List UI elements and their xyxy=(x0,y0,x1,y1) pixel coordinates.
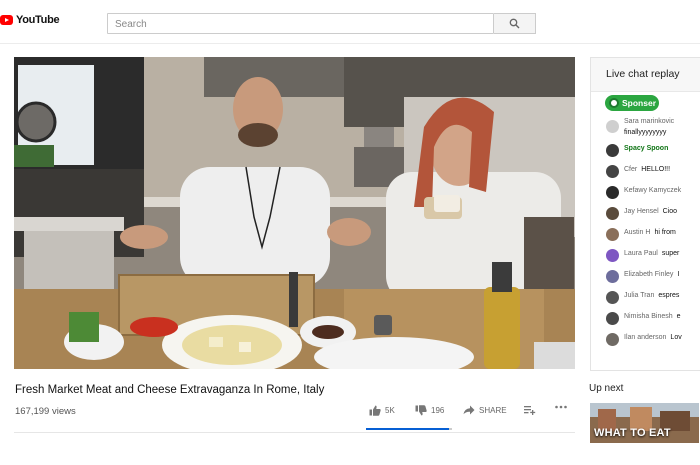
top-bar: YouTube xyxy=(0,0,700,44)
live-chat-panel: Live chat replay Sponser Sara marinkovic… xyxy=(590,57,700,371)
chat-message-line: Ilan anderson Lov xyxy=(624,334,682,341)
chat-message: Ilan anderson Lov xyxy=(591,329,700,350)
more-actions-button[interactable] xyxy=(555,405,567,409)
chat-author[interactable]: Nimisha Binesh xyxy=(624,313,673,320)
chat-message: Austin H hi from xyxy=(591,224,700,245)
sentiment-bar xyxy=(366,428,452,430)
avatar[interactable] xyxy=(606,333,619,346)
save-button[interactable] xyxy=(524,405,536,415)
dislike-count: 196 xyxy=(431,406,445,415)
chat-message-line: Kefawy Kamyczek xyxy=(624,187,685,194)
chat-text: Cioo xyxy=(662,208,678,215)
video-frame xyxy=(14,57,575,369)
chat-message-line: Julia Tran espres xyxy=(624,292,679,299)
chat-author[interactable]: Jay Hensel xyxy=(624,208,659,215)
chat-message: Sara marinkovic finallyyyyyyyy xyxy=(591,116,700,140)
divider xyxy=(14,432,575,433)
thumbs-down-icon xyxy=(415,405,427,416)
avatar[interactable] xyxy=(606,186,619,199)
chat-message: Kefawy Kamyczek xyxy=(591,182,700,203)
chat-author[interactable]: Ilan anderson xyxy=(624,334,666,341)
dislike-button[interactable]: 196 xyxy=(415,405,444,416)
share-label: SHARE xyxy=(479,405,507,415)
avatar[interactable] xyxy=(606,120,619,133)
chat-message: Elizabeth Finley I xyxy=(591,266,700,287)
youtube-play-icon xyxy=(0,15,13,25)
chat-text: e xyxy=(676,313,681,320)
search-box xyxy=(107,13,494,34)
video-title: Fresh Market Meat and Cheese Extravaganz… xyxy=(15,384,325,396)
chat-text: hi from xyxy=(654,229,676,236)
chat-message: Cfer HELLO!!! xyxy=(591,161,700,182)
chat-text: Lov xyxy=(670,334,682,341)
chat-author[interactable]: Elizabeth Finley xyxy=(624,271,673,278)
thumbnail-title: WHAT TO EAT xyxy=(594,427,671,439)
sponsor-button[interactable]: Sponser xyxy=(605,95,659,111)
up-next-label: Up next xyxy=(589,383,624,394)
logo-text: YouTube xyxy=(16,14,60,26)
chat-author[interactable]: Kefawy Kamyczek xyxy=(624,187,681,194)
search-icon xyxy=(509,18,520,29)
chat-author[interactable]: Laura Paul xyxy=(624,250,658,257)
add-to-playlist-icon xyxy=(524,406,536,415)
chat-message-line: Elizabeth Finley I xyxy=(624,271,679,278)
chat-message-line: Nimisha Binesh e xyxy=(624,313,681,320)
chat-message-line: Spacy Spoon xyxy=(624,145,672,152)
chat-message-line: Laura Paul super xyxy=(624,250,679,257)
chat-text: espres xyxy=(658,292,680,299)
chat-author[interactable]: Spacy Spoon xyxy=(624,145,668,152)
avatar[interactable] xyxy=(606,270,619,283)
chat-text: super xyxy=(661,250,680,257)
youtube-watch-page: YouTube Search Fresh Market Meat and Che… xyxy=(0,0,700,465)
youtube-logo[interactable]: YouTube xyxy=(0,14,60,26)
sentiment-bar-fill xyxy=(366,428,449,430)
up-next-thumbnail[interactable]: WHAT TO EAT xyxy=(590,403,699,443)
share-icon xyxy=(463,405,475,415)
view-count: 167,199 views xyxy=(15,406,76,417)
share-button[interactable]: SHARE xyxy=(463,405,507,415)
chat-author[interactable]: Julia Tran xyxy=(624,292,654,299)
chat-message-line: Austin H hi from xyxy=(624,229,676,236)
chat-text: I xyxy=(677,271,680,278)
chat-text: HELLO!!! xyxy=(641,166,671,173)
like-button[interactable]: 5K xyxy=(369,405,395,416)
chat-message-line: Sara marinkovic xyxy=(624,118,678,125)
chat-message: Nimisha Binesh e xyxy=(591,308,700,329)
avatar[interactable] xyxy=(606,228,619,241)
chat-message: Spacy Spoon xyxy=(591,140,700,161)
chat-message: Laura Paul super xyxy=(591,245,700,266)
search-button[interactable] xyxy=(494,13,536,34)
avatar[interactable] xyxy=(606,207,619,220)
chat-message-line: Jay Hensel Cioo xyxy=(624,208,677,215)
sponsor-label: Sponser xyxy=(622,98,657,108)
avatar[interactable] xyxy=(606,249,619,262)
sponsor-badge-icon xyxy=(609,98,619,108)
avatar[interactable] xyxy=(606,312,619,325)
search-input[interactable] xyxy=(108,15,493,34)
chat-message-list: Sara marinkovic finallyyyyyyyy Spacy Spoon… xyxy=(591,116,700,350)
avatar[interactable] xyxy=(606,144,619,157)
avatar[interactable] xyxy=(606,291,619,304)
chat-message: Jay Hensel Cioo xyxy=(591,203,700,224)
chat-message-line: Cfer HELLO!!! xyxy=(624,166,670,173)
avatar[interactable] xyxy=(606,165,619,178)
like-count: 5K xyxy=(385,406,395,415)
chat-text-line-2: finallyyyyyyyy xyxy=(624,129,667,136)
chat-author[interactable]: Cfer xyxy=(624,166,637,173)
live-chat-title: Live chat replay xyxy=(591,58,700,92)
more-icon xyxy=(555,405,567,409)
thumbs-up-icon xyxy=(369,405,381,416)
chat-message: Julia Tran espres xyxy=(591,287,700,308)
chat-author[interactable]: Austin H xyxy=(624,229,650,236)
chat-author[interactable]: Sara marinkovic xyxy=(624,118,674,125)
video-player[interactable] xyxy=(14,57,575,369)
sponsor-row: Sponser xyxy=(591,92,700,116)
